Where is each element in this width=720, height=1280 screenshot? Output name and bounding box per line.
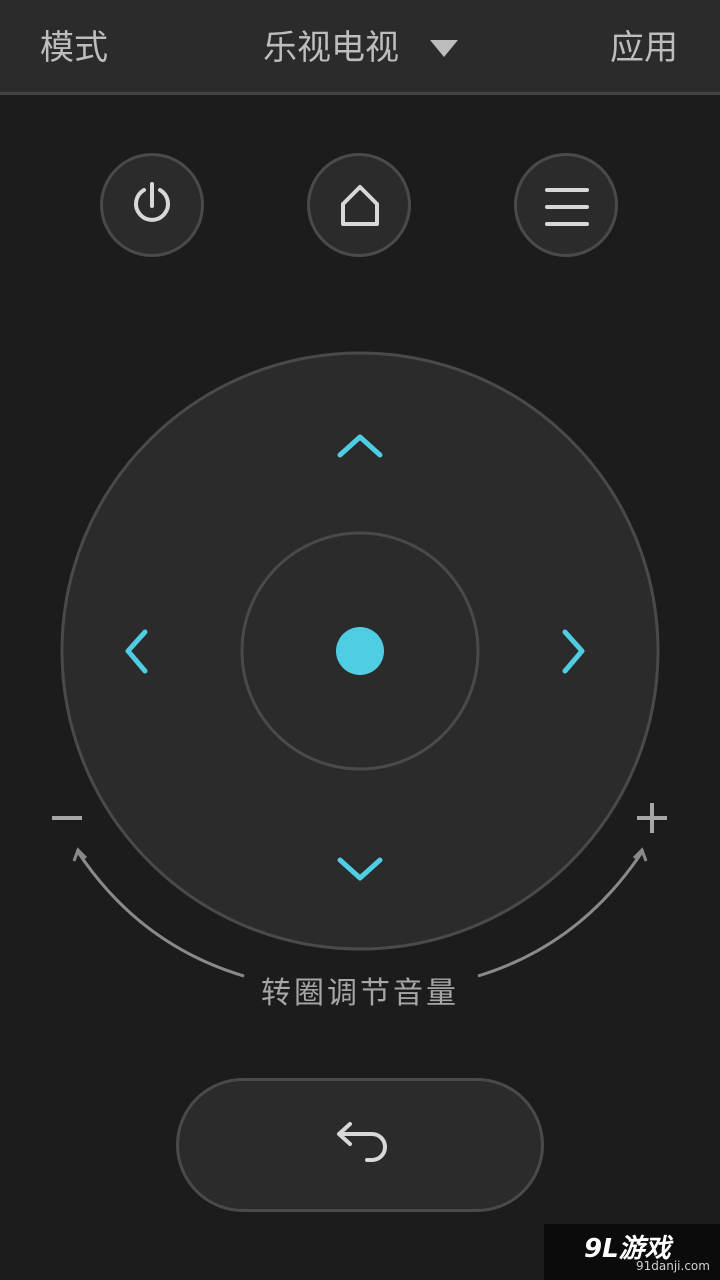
power-icon [134,182,170,222]
volume-arrow-left-icon [72,847,88,862]
mode-button[interactable]: 模式 [40,24,108,72]
power-button[interactable] [100,153,204,257]
dpad-ring[interactable] [60,351,660,951]
home-button[interactable] [307,153,411,257]
chevron-left-icon[interactable] [125,629,148,674]
back-button[interactable] [176,1078,544,1212]
volume-arc-left [76,851,245,978]
ok-ring[interactable] [240,531,480,771]
menu-icon [545,188,589,226]
ok-dot-icon[interactable] [336,627,384,675]
watermark: 9L游戏 91danji.com [544,1224,720,1280]
top-bar: 模式 乐视电视 应用 [0,0,720,95]
chevron-right-icon[interactable] [562,629,585,674]
home-icon [341,185,379,226]
back-arrow-icon [337,1122,387,1162]
menu-button[interactable] [514,153,618,257]
chevron-down-icon[interactable] [337,857,383,881]
apps-button[interactable]: 应用 [610,24,678,72]
dropdown-caret-icon[interactable] [430,40,458,57]
volume-hint-text: 转圈调节音量 [261,976,459,1011]
chevron-up-icon[interactable] [337,434,383,458]
device-selector[interactable]: 乐视电视 [263,24,399,72]
watermark-url: 91danji.com [636,1259,710,1273]
volume-arc-right [477,851,644,978]
volume-arrow-right-icon [632,847,648,862]
